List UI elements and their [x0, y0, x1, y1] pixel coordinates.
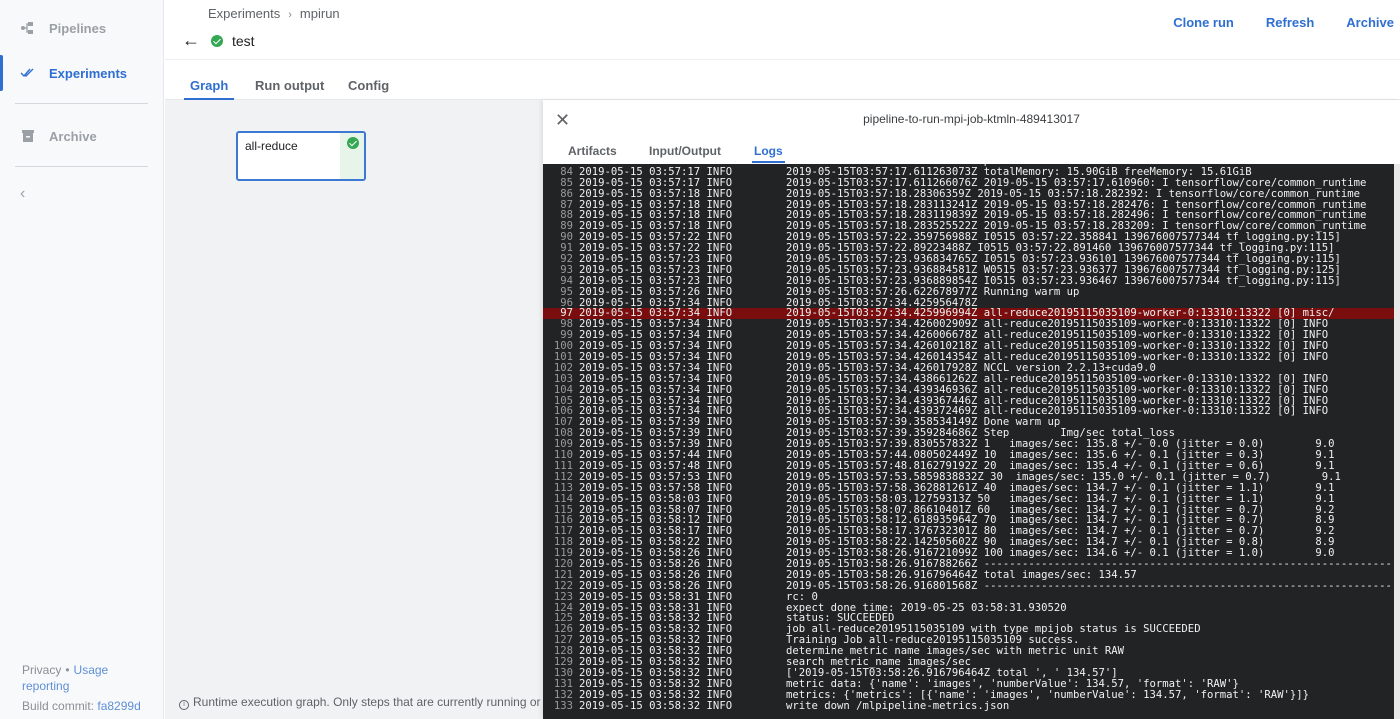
log-line-number: 104 [553, 383, 573, 396]
log-lines: 832019-05-15 03:57:17 INFO2019-05-15T03:… [543, 164, 1394, 711]
build-commit-label: Build commit: [22, 699, 95, 713]
log-timestamp: 2019-05-15 03:58:32 INFO [579, 677, 733, 690]
log-line-number: 114 [553, 492, 573, 505]
run-tabs: Graph Run output Config [165, 60, 1400, 100]
app-root: Pipelines Experiments Archive ‹ Privacy •… [0, 0, 1400, 719]
breadcrumb: Experiments › mpirun [208, 6, 340, 21]
log-line: 95 2019-05-15 03:57:26 INFO 2019-05-15T03:… [543, 285, 1394, 298]
sidebar: Pipelines Experiments Archive ‹ Privacy •… [0, 0, 164, 719]
info-icon: i [179, 700, 189, 710]
log-line-number: 95 [560, 285, 573, 298]
sidebar-item-label: Archive [49, 128, 97, 144]
tab-artifacts[interactable]: Artifacts [568, 144, 617, 158]
tab-logs[interactable]: Logs [752, 144, 785, 163]
panel-title: pipeline-to-run-mpi-job-ktmln-489413017 [863, 112, 1080, 126]
header-actions: Clone run Refresh Archive [1147, 15, 1400, 30]
sidebar-item-label: Experiments [49, 65, 128, 81]
log-line-number: 86 [560, 187, 573, 200]
log-line: 114 2019-05-15 03:58:03 INFO 2019-05-15T03… [543, 492, 1394, 505]
log-timestamp: 2019-05-15 03:58:31 INFO [579, 590, 733, 603]
refresh-button[interactable]: Refresh [1260, 15, 1320, 30]
graph-node-all-reduce[interactable]: all-reduce [236, 131, 366, 181]
success-status-icon [211, 34, 223, 47]
sidebar-item-archive[interactable]: Archive [0, 118, 164, 154]
log-line: 123 2019-05-15 03:58:31 INFO rc: 0 [543, 590, 1394, 603]
log-timestamp: 2019-05-15 03:57:58 INFO [579, 481, 733, 494]
log-timestamp: 2019-05-15 03:57:34 INFO [579, 383, 733, 396]
log-message: 2019-05-15T03:57:18.28306359Z 2019-05-15… [786, 187, 1361, 200]
collapse-sidebar-icon[interactable]: ‹ [20, 185, 25, 203]
log-line-number: 132 [553, 688, 573, 701]
log-message: rc: 0 [786, 590, 818, 603]
log-line: 122 2019-05-15 03:58:26 INFO 2019-05-15T03… [543, 579, 1394, 592]
node-label: all-reduce [245, 139, 298, 153]
log-timestamp: 2019-05-15 03:57:26 INFO [579, 285, 733, 298]
log-line: 132 2019-05-15 03:58:32 INFO metrics: {'me… [543, 688, 1394, 701]
log-line: 131 2019-05-15 03:58:32 INFO metric data: … [543, 677, 1394, 690]
page-title: test [232, 32, 255, 49]
log-viewer[interactable]: 832019-05-15 03:57:17 INFO2019-05-15T03:… [543, 164, 1394, 719]
log-message: write down /mlpipeline-metrics.json [786, 699, 1010, 712]
log-line: 86 2019-05-15 03:57:18 INFO 2019-05-15T03:… [543, 187, 1394, 200]
tab-input-output[interactable]: Input/Output [649, 144, 721, 158]
sidebar-item-experiments[interactable]: Experiments [0, 55, 164, 91]
log-message: 2019-05-15T03:57:34.439346936Z all-reduc… [786, 383, 1329, 396]
log-message: 2019-05-15T03:57:58.362881261Z 40 images… [786, 481, 1335, 494]
log-scrollbar[interactable] [1394, 164, 1400, 719]
log-line: 113 2019-05-15 03:57:58 INFO 2019-05-15T03… [543, 481, 1394, 494]
log-line: 133 2019-05-15 03:58:32 INFO write down /m… [543, 699, 1394, 712]
log-line-number: 133 [553, 699, 573, 712]
title-row: ← test [182, 30, 255, 51]
log-timestamp: 2019-05-15 03:58:32 INFO [579, 688, 733, 701]
log-line-number: 113 [553, 481, 573, 494]
sidebar-item-label: Pipelines [49, 20, 107, 36]
log-timestamp: 2019-05-15 03:57:34 INFO [579, 372, 733, 385]
success-check-icon [347, 137, 359, 149]
sidebar-divider [15, 103, 148, 104]
log-timestamp: 2019-05-15 03:58:26 INFO [579, 579, 733, 592]
log-line-number: 122 [553, 579, 573, 592]
log-line: 104 2019-05-15 03:57:34 INFO 2019-05-15T03… [543, 383, 1394, 396]
clone-run-button[interactable]: Clone run [1167, 15, 1240, 30]
graph-canvas: all-reduce i Runtime execution graph. Onl… [165, 100, 733, 719]
log-timestamp: 2019-05-15 03:58:32 INFO [579, 699, 733, 712]
footer-separator: • [65, 663, 70, 677]
page-header: Experiments › mpirun ← test Clone run Refr… [165, 0, 1400, 60]
log-line-number: 123 [553, 590, 573, 603]
tab-run-output[interactable]: Run output [255, 78, 324, 93]
log-timestamp: 2019-05-15 03:57:18 INFO [579, 187, 733, 200]
log-timestamp: 2019-05-15 03:57:23 INFO [579, 274, 733, 287]
breadcrumb-mpirun[interactable]: mpirun [300, 6, 340, 21]
archive-button[interactable]: Archive [1340, 15, 1400, 30]
breadcrumb-separator: › [288, 9, 292, 21]
archive-icon [20, 128, 36, 144]
sidebar-divider [15, 166, 148, 167]
sidebar-item-pipelines[interactable]: Pipelines [0, 10, 164, 46]
build-commit-link[interactable]: fa8299d [97, 699, 140, 713]
privacy-link[interactable]: Privacy [22, 663, 61, 677]
log-timestamp: 2019-05-15 03:58:03 INFO [579, 492, 733, 505]
node-details-panel: ✕ pipeline-to-run-mpi-job-ktmln-48941301… [543, 100, 1400, 719]
log-timestamp: 2019-05-15 03:57:17 INFO [579, 176, 733, 189]
log-message: 2019-05-15T03:58:03.12759313Z 50 images/… [786, 492, 1335, 505]
tab-graph[interactable]: Graph [183, 78, 235, 100]
back-arrow-icon[interactable]: ← [182, 30, 202, 51]
log-message: metrics: {'metrics': [{'name': 'images',… [786, 688, 1309, 701]
tab-config[interactable]: Config [348, 78, 389, 93]
experiments-icon [20, 65, 36, 81]
sidebar-footer: Privacy • Usage reporting Build commit: fa… [22, 662, 152, 714]
pipelines-icon [20, 20, 36, 36]
log-message: 2019-05-15T03:58:26.916801568Z ---------… [786, 579, 1392, 592]
breadcrumb-experiments[interactable]: Experiments [208, 6, 280, 21]
log-message: 2019-05-15T03:57:26.622678977Z Running w… [786, 285, 1080, 298]
